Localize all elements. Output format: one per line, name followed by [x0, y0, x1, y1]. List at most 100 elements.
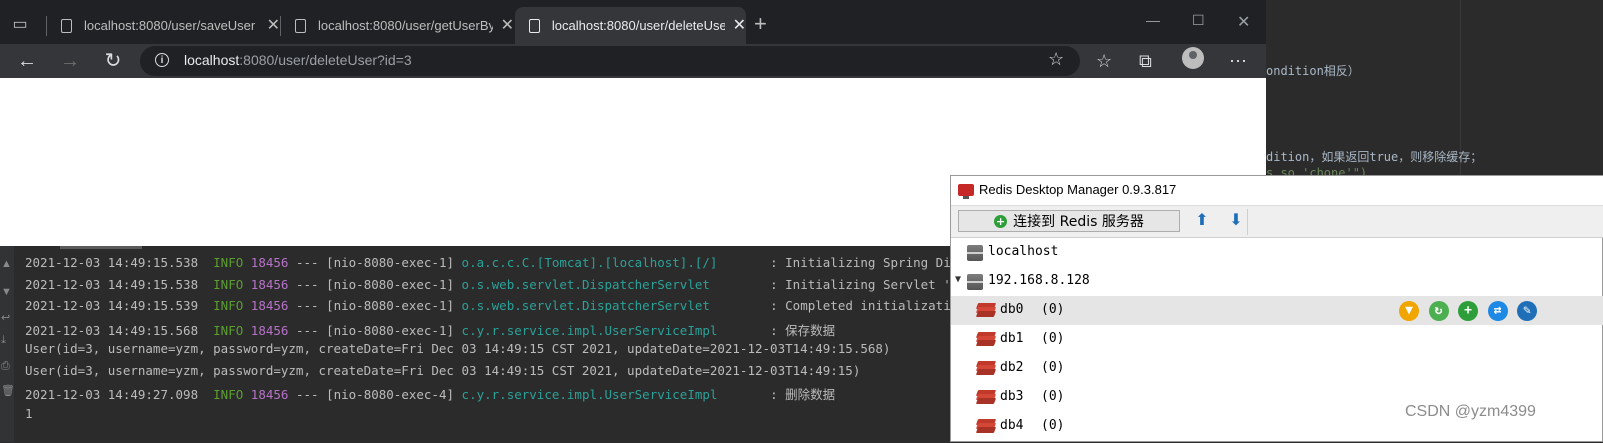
log-line: 2021-12-03 14:49:15.539 INFO 18456 --- [… — [25, 298, 1026, 313]
log-pid: 18456 — [250, 298, 289, 313]
tab-delete-user[interactable]: localhost:8080/user/deleteUser?id=3 ✕ — [515, 7, 746, 44]
database-key-count: (0) — [1041, 360, 1065, 375]
log-level: INFO — [213, 276, 244, 292]
favorites-icon[interactable]: ☆ — [1096, 48, 1112, 74]
ide-code-line: dition，如果返回true，则移除缓存； — [1266, 150, 1483, 164]
log-line: 2021-12-03 14:49:15.538 INFO 18456 --- [… — [25, 277, 1086, 292]
up-arrow-icon[interactable]: ▲ — [1, 258, 12, 270]
log-pid: 18456 — [250, 255, 289, 270]
tab-save-user[interactable]: localhost:8080/user/saveUser ✕ — [47, 7, 280, 44]
maximize-icon[interactable]: ☐ — [1192, 12, 1205, 29]
log-logger: c.y.r.service.impl.UserServiceImpl — [461, 387, 763, 402]
connection-192-168-8-128[interactable]: ▼ 192.168.8.128 — [951, 267, 1603, 296]
back-icon[interactable]: ← — [13, 48, 41, 74]
info-icon[interactable]: i — [155, 53, 169, 67]
log-thread: [nio-8080-exec-1] — [326, 276, 455, 292]
database-key-count: (0) — [1041, 418, 1065, 433]
log-line: 2021-12-03 14:49:27.098 INFO 18456 --- [… — [25, 384, 835, 403]
log-line: 1 — [25, 406, 33, 421]
close-window-icon[interactable]: ✕ — [1237, 12, 1250, 32]
filter-icon[interactable]: ▼ — [1399, 301, 1419, 321]
rdm-toolbar: + 连接到 Redis 服务器 ⬆ ⬇ — [951, 205, 1603, 238]
close-tab-icon[interactable]: ✕ — [733, 17, 746, 34]
redis-db-icon — [975, 303, 997, 317]
minimize-icon[interactable]: — — [1146, 12, 1160, 28]
ide-code-line: ondition相反） — [1266, 64, 1360, 78]
reload-icon[interactable]: ↻ — [1428, 301, 1449, 321]
trash-icon[interactable]: 🗑 — [1, 384, 15, 397]
connection-localhost[interactable]: localhost — [951, 238, 1603, 267]
server-icon — [967, 245, 983, 261]
tab-title: localhost:8080/user/deleteUser?id=3 — [551, 18, 725, 33]
log-text: User(id=3, username=yzm, password=yzm, c… — [25, 341, 891, 356]
clean-icon[interactable]: ✎ — [1517, 301, 1537, 321]
tab-title: localhost:8080/user/saveUser — [83, 18, 256, 33]
down-arrow-icon[interactable]: ▼ — [1, 286, 12, 298]
export-icon[interactable]: ⬇ — [1226, 211, 1246, 231]
tab-get-user-by-id[interactable]: localhost:8080/user/getUserById ✕ — [281, 7, 514, 44]
log-thread: [nio-8080-exec-1] — [326, 322, 455, 338]
flush-icon[interactable]: ⇄ — [1487, 301, 1508, 321]
rdm-titlebar: Redis Desktop Manager 0.9.3.817 — [951, 176, 1603, 205]
close-tab-icon[interactable]: ✕ — [501, 17, 514, 34]
rdm-app-icon — [958, 184, 974, 199]
database-key-count: (0) — [1041, 302, 1065, 317]
database-key-count: (0) — [1041, 389, 1065, 404]
log-separator: --- — [288, 387, 327, 402]
new-tab-button[interactable]: + — [754, 12, 767, 36]
log-message: : 删除数据 — [762, 387, 836, 402]
log-timestamp: 2021-12-03 14:49:15.538 — [25, 276, 199, 292]
redis-db-icon — [975, 390, 997, 404]
reload-icon[interactable]: ↻ — [99, 48, 127, 74]
log-text: 1 — [25, 405, 33, 421]
database-item-db2[interactable]: db2 (0) — [951, 354, 1603, 383]
url-host: localhost — [184, 52, 240, 68]
scroll-end-icon[interactable]: ⤓ — [1, 334, 6, 347]
log-thread: [nio-8080-exec-1] — [326, 255, 455, 270]
log-separator: --- — [288, 298, 327, 313]
collections-icon[interactable]: ⧉ — [1139, 48, 1152, 74]
forward-icon[interactable]: → — [56, 48, 84, 74]
redis-db-icon — [975, 361, 997, 375]
profile-avatar[interactable] — [1182, 47, 1204, 69]
print-icon[interactable]: ⎙ — [1, 360, 10, 373]
log-separator: --- — [288, 255, 327, 270]
log-timestamp: 2021-12-03 14:49:15.568 — [25, 322, 199, 338]
add-favorite-icon[interactable]: ☆ — [1048, 49, 1064, 70]
log-pid: 18456 — [250, 322, 289, 338]
rdm-window-title: Redis Desktop Manager 0.9.3.817 — [979, 182, 1177, 197]
watermark: CSDN @yzm4399 — [1405, 403, 1536, 420]
log-level: INFO — [213, 255, 244, 270]
log-logger: o.s.web.servlet.DispatcherServlet — [461, 298, 763, 313]
log-timestamp: 2021-12-03 14:49:15.538 — [25, 255, 199, 270]
plus-icon: + — [994, 214, 1008, 228]
tab-actions-icon[interactable]: ▭ — [0, 12, 40, 36]
console-scrollbar[interactable] — [60, 246, 142, 249]
log-logger: c.y.r.service.impl.UserServiceImpl — [461, 322, 763, 338]
database-item-db1[interactable]: db1 (0) — [951, 325, 1603, 354]
connect-to-redis-button[interactable]: + 连接到 Redis 服务器 — [958, 210, 1180, 232]
log-logger: o.s.web.servlet.DispatcherServlet — [461, 276, 763, 292]
connect-button-label: 连接到 Redis 服务器 — [1013, 214, 1144, 230]
document-icon — [529, 18, 540, 33]
log-line: 2021-12-03 14:49:15.568 INFO 18456 --- [… — [25, 320, 835, 339]
database-name: db1 — [1000, 331, 1024, 346]
url-path: :8080/user/deleteUser?id=3 — [239, 52, 412, 68]
address-bar[interactable]: i localhost:8080/user/deleteUser?id=3 ☆ — [140, 46, 1080, 76]
log-timestamp: 2021-12-03 14:49:15.539 — [25, 298, 199, 313]
tab-title: localhost:8080/user/getUserById — [317, 18, 493, 33]
database-name: db3 — [1000, 389, 1024, 404]
document-icon — [61, 18, 72, 33]
close-tab-icon[interactable]: ✕ — [267, 17, 280, 34]
toolbar-separator — [1247, 209, 1248, 235]
add-key-icon[interactable]: + — [1458, 301, 1478, 321]
redis-db-icon — [975, 419, 997, 433]
settings-menu-icon[interactable]: ⋯ — [1229, 48, 1247, 74]
log-line: User(id=3, username=yzm, password=yzm, c… — [25, 341, 890, 356]
database-item-db0[interactable]: db0 (0) ▼ ↻ + ⇄ ✎ — [951, 296, 1603, 325]
import-icon[interactable]: ⬆ — [1192, 211, 1212, 231]
soft-wrap-icon[interactable]: ↩ — [1, 311, 10, 324]
expand-caret-icon[interactable]: ▼ — [955, 274, 961, 285]
log-text: User(id=3, username=yzm, password=yzm, c… — [25, 362, 861, 378]
url-text[interactable]: localhost:8080/user/deleteUser?id=3 — [184, 52, 412, 68]
